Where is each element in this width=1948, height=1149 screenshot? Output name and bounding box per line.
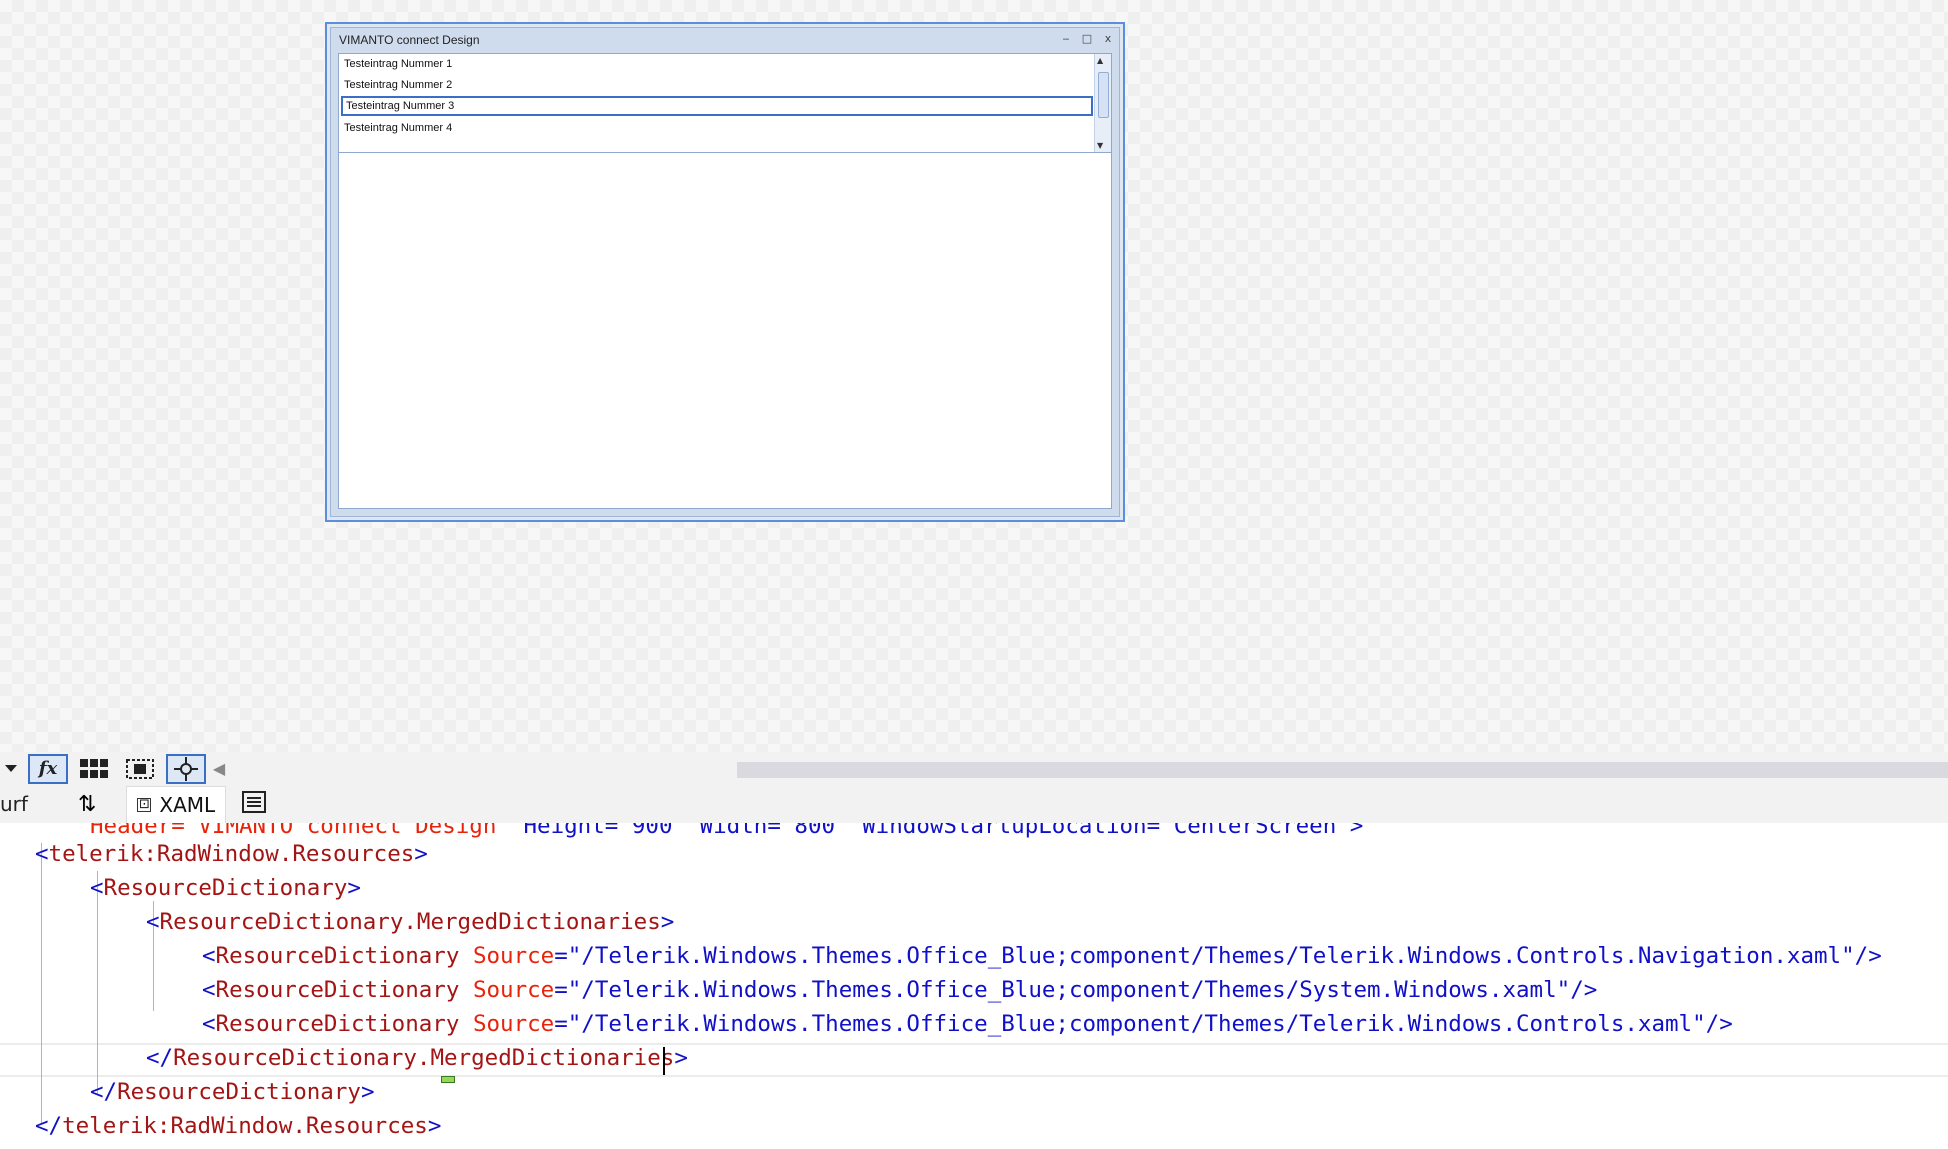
split-pane-tabs: urf ⇅ ⊡ XAML	[0, 785, 1948, 823]
indent-guide	[41, 843, 42, 1123]
window-content: Testeintrag Nummer 1 Testeintrag Nummer …	[338, 53, 1112, 509]
scroll-down-icon[interactable]: ▼	[1097, 141, 1103, 150]
design-surface[interactable]: VIMANTO connect Design ‒ □ x Testeintrag…	[0, 0, 1948, 752]
code-line-1: <telerik:RadWindow.Resources>	[35, 841, 428, 867]
scroll-thumb[interactable]	[1098, 72, 1109, 118]
listbox-scrollbar[interactable]: ▲ ▼	[1094, 54, 1111, 152]
snap-to-lines-button[interactable]	[166, 753, 206, 784]
scroll-up-icon[interactable]: ▲	[1097, 56, 1103, 65]
list-item-selected[interactable]: Testeintrag Nummer 3	[341, 96, 1093, 116]
text-caret	[663, 1047, 665, 1075]
radwindow-frame: VIMANTO connect Design ‒ □ x Testeintrag…	[330, 27, 1120, 517]
code-line-8: </ResourceDictionary>	[90, 1079, 375, 1105]
radwindow-preview[interactable]: VIMANTO connect Design ‒ □ x Testeintrag…	[325, 22, 1125, 522]
window-title: VIMANTO connect Design	[339, 33, 480, 47]
design-tab-truncated[interactable]: urf	[0, 792, 28, 816]
code-line-4: <ResourceDictionary Source="/Telerik.Win…	[202, 943, 1882, 969]
fx-icon: fx	[38, 758, 58, 779]
horizontal-scrollbar[interactable]	[737, 762, 1948, 778]
code-line-2: <ResourceDictionary>	[90, 875, 361, 901]
change-marker	[441, 1076, 455, 1083]
snap-grid-icon	[126, 758, 154, 779]
minimize-icon[interactable]: ‒	[1057, 31, 1075, 47]
window-titlebar[interactable]: VIMANTO connect Design ‒ □ x	[331, 28, 1119, 50]
xaml-tab-label: XAML	[159, 792, 216, 817]
list-item[interactable]: Testeintrag Nummer 4	[341, 118, 1093, 138]
designer-toolbar: fx ◀	[0, 752, 1948, 785]
maximize-icon[interactable]: □	[1078, 31, 1096, 47]
snap-button[interactable]	[120, 754, 160, 784]
collapse-icon[interactable]: ⊡	[137, 797, 152, 812]
list-item[interactable]: Testeintrag Nummer 2	[341, 75, 1093, 95]
dropdown-arrow-icon[interactable]	[0, 754, 22, 784]
list-item-partial[interactable]	[341, 140, 1093, 150]
code-line-9: </telerik:RadWindow.Resources>	[35, 1113, 442, 1139]
grid-icon	[80, 758, 108, 778]
swap-panes-icon[interactable]: ⇅	[78, 792, 96, 817]
code-line-3: <ResourceDictionary.MergedDictionaries>	[146, 909, 675, 935]
scroll-left-icon[interactable]: ◀	[212, 754, 226, 784]
grid-view-button[interactable]	[74, 754, 114, 784]
snaplines-icon	[174, 756, 198, 781]
fx-button[interactable]: fx	[28, 753, 68, 784]
tab-xaml[interactable]: ⊡ XAML	[126, 785, 227, 823]
code-line-7: </ResourceDictionary.MergedDictionaries>	[146, 1045, 688, 1071]
xaml-editor[interactable]: Header="VIMANTO connect Design" Height="…	[0, 823, 1948, 1149]
list-item[interactable]: Testeintrag Nummer 1	[341, 54, 1093, 74]
document-outline-icon[interactable]	[242, 791, 267, 817]
code-line-6: <ResourceDictionary Source="/Telerik.Win…	[202, 1011, 1733, 1037]
close-icon[interactable]: x	[1099, 31, 1117, 47]
test-listbox[interactable]: Testeintrag Nummer 1 Testeintrag Nummer …	[339, 54, 1111, 153]
code-line-5: <ResourceDictionary Source="/Telerik.Win…	[202, 977, 1598, 1003]
